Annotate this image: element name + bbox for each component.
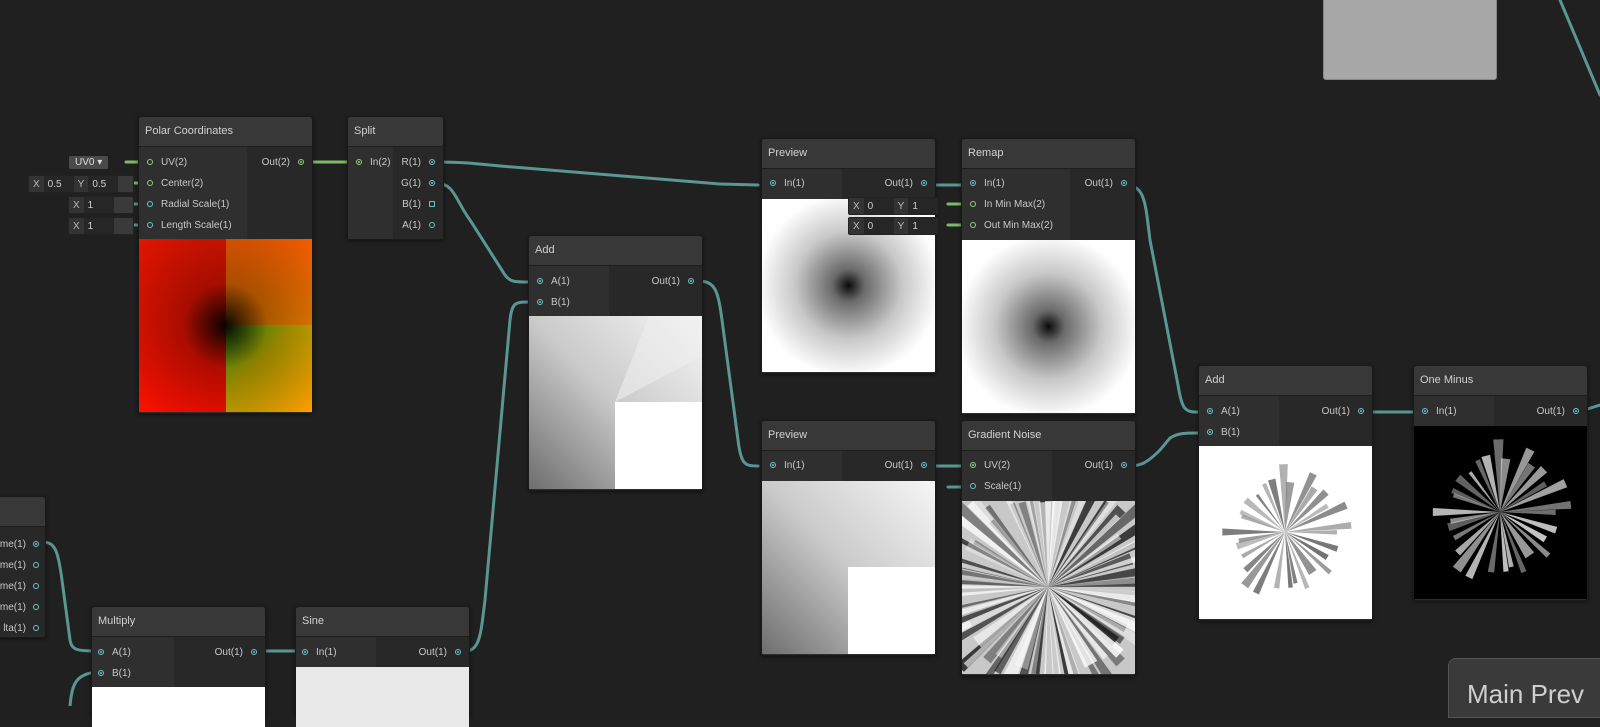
split-node[interactable]: Split In(2) R(1) G(1) B(1) A(1) bbox=[347, 116, 444, 240]
multiply-preview-image bbox=[92, 687, 265, 727]
sine-node[interactable]: Sine In(1) Out(1) bbox=[295, 606, 470, 727]
add2-preview-image bbox=[1199, 446, 1372, 619]
multiply-node[interactable]: Multiply A(1) B(1) Out(1) bbox=[91, 606, 266, 727]
port-center[interactable]: Center(2) bbox=[147, 174, 203, 194]
port-a[interactable]: A(1) bbox=[537, 272, 570, 292]
length-scale-field[interactable]: X1 bbox=[68, 217, 134, 235]
port-cosine-time[interactable]: me(1) bbox=[0, 577, 39, 597]
port-out[interactable]: Out(1) bbox=[1322, 402, 1364, 422]
node-title: Polar Coordinates bbox=[139, 117, 312, 147]
port-out-min-max[interactable]: Out Min Max(2) bbox=[970, 216, 1053, 236]
add-node-2[interactable]: Add A(1) B(1) Out(1) bbox=[1198, 365, 1373, 621]
port-in[interactable]: In(1) bbox=[770, 174, 805, 194]
node-title: Add bbox=[529, 236, 702, 266]
port-b[interactable]: B(1) bbox=[537, 293, 570, 313]
node-title: One Minus bbox=[1414, 366, 1587, 396]
port-out[interactable]: Out(1) bbox=[1085, 456, 1127, 476]
main-preview-title: Main Prev bbox=[1467, 679, 1585, 709]
wire-split-r-to-preview bbox=[433, 160, 760, 187]
polar-preview-image bbox=[139, 239, 312, 412]
preview-node-1[interactable]: Preview In(1) Out(1) bbox=[761, 138, 936, 374]
port-out[interactable]: Out(2) bbox=[262, 153, 304, 173]
wire-sine-to-add bbox=[458, 300, 530, 654]
port-out[interactable]: Out(1) bbox=[652, 272, 694, 292]
polar-coordinates-node[interactable]: Polar Coordinates UV(2) Center(2) Radial… bbox=[138, 116, 313, 414]
add-node-1[interactable]: Add A(1) B(1) Out(1) bbox=[528, 235, 703, 491]
main-preview-panel[interactable]: Main Prev bbox=[1448, 658, 1600, 718]
port-out[interactable]: Out(1) bbox=[215, 643, 257, 663]
port-radial-scale[interactable]: Radial Scale(1) bbox=[147, 195, 229, 215]
node-title: Gradient Noise bbox=[962, 421, 1135, 451]
node-title: Preview bbox=[762, 421, 935, 451]
port-smooth-delta[interactable]: lta(1) bbox=[3, 619, 39, 639]
wire-top-right bbox=[1558, 0, 1600, 97]
port-out[interactable]: Out(1) bbox=[1537, 402, 1579, 422]
port-a[interactable]: A(1) bbox=[402, 216, 435, 236]
port-in[interactable]: In(2) bbox=[356, 153, 391, 173]
remap-preview-image bbox=[962, 240, 1135, 413]
port-delta-time[interactable]: me(1) bbox=[0, 598, 39, 618]
port-in[interactable]: In(1) bbox=[770, 456, 805, 476]
time-node[interactable]: me(1) me(1) me(1) me(1) lta(1) bbox=[0, 496, 46, 638]
node-title: Sine bbox=[296, 607, 469, 637]
in-min-max-field[interactable]: X0 Y1 bbox=[848, 197, 939, 215]
radial-scale-field[interactable]: X1 bbox=[68, 196, 134, 214]
preview-node-2[interactable]: Preview In(1) Out(1) bbox=[761, 420, 936, 656]
partial-preview-box bbox=[1323, 0, 1497, 80]
one-minus-preview-image bbox=[1414, 426, 1587, 599]
port-b[interactable]: B(1) bbox=[1207, 423, 1240, 443]
port-g[interactable]: G(1) bbox=[401, 174, 435, 194]
port-uv[interactable]: UV(2) bbox=[147, 153, 187, 173]
node-title: Preview bbox=[762, 139, 935, 169]
port-out[interactable]: Out(1) bbox=[419, 643, 461, 663]
add1-preview-image bbox=[529, 316, 702, 489]
wire-split-g-to-add bbox=[433, 181, 530, 284]
gradient-noise-node[interactable]: Gradient Noise UV(2) Scale(1) Out(1) bbox=[961, 420, 1136, 676]
port-in[interactable]: In(1) bbox=[1422, 402, 1457, 422]
port-in[interactable]: In(1) bbox=[970, 174, 1005, 194]
node-title: Add bbox=[1199, 366, 1372, 396]
uv-channel-dropdown[interactable]: UV0 ▾ bbox=[68, 155, 110, 170]
port-length-scale[interactable]: Length Scale(1) bbox=[147, 216, 232, 236]
wire-time-to-multiply bbox=[40, 540, 99, 653]
port-sine-time[interactable]: me(1) bbox=[0, 556, 39, 576]
gradient-noise-preview-image bbox=[962, 501, 1135, 674]
remap-node[interactable]: Remap In(1) In Min Max(2) Out Min Max(2)… bbox=[961, 138, 1136, 415]
port-out[interactable]: Out(1) bbox=[1085, 174, 1127, 194]
preview2-image bbox=[762, 481, 935, 654]
port-r[interactable]: R(1) bbox=[402, 153, 435, 173]
port-out[interactable]: Out(1) bbox=[885, 174, 927, 194]
one-minus-node[interactable]: One Minus In(1) Out(1) bbox=[1413, 365, 1588, 601]
port-a[interactable]: A(1) bbox=[1207, 402, 1240, 422]
node-title: Split bbox=[348, 117, 443, 147]
port-in[interactable]: In(1) bbox=[302, 643, 337, 663]
node-title: Multiply bbox=[92, 607, 265, 637]
port-in-min-max[interactable]: In Min Max(2) bbox=[970, 195, 1045, 215]
port-a[interactable]: A(1) bbox=[98, 643, 131, 663]
node-title bbox=[0, 497, 45, 527]
port-out[interactable]: Out(1) bbox=[885, 456, 927, 476]
port-scale[interactable]: Scale(1) bbox=[970, 477, 1021, 497]
port-uv[interactable]: UV(2) bbox=[970, 456, 1010, 476]
center-field[interactable]: X 0.5 Y 0.5 bbox=[28, 175, 134, 193]
out-min-max-field[interactable]: X0 Y1 bbox=[848, 217, 939, 235]
node-title: Remap bbox=[962, 139, 1135, 169]
port-b[interactable]: B(1) bbox=[98, 664, 131, 684]
port-b[interactable]: B(1) bbox=[402, 195, 435, 215]
port-time[interactable]: me(1) bbox=[0, 535, 39, 555]
wire-add-to-preview2 bbox=[696, 279, 760, 468]
sine-preview-image bbox=[296, 667, 469, 727]
